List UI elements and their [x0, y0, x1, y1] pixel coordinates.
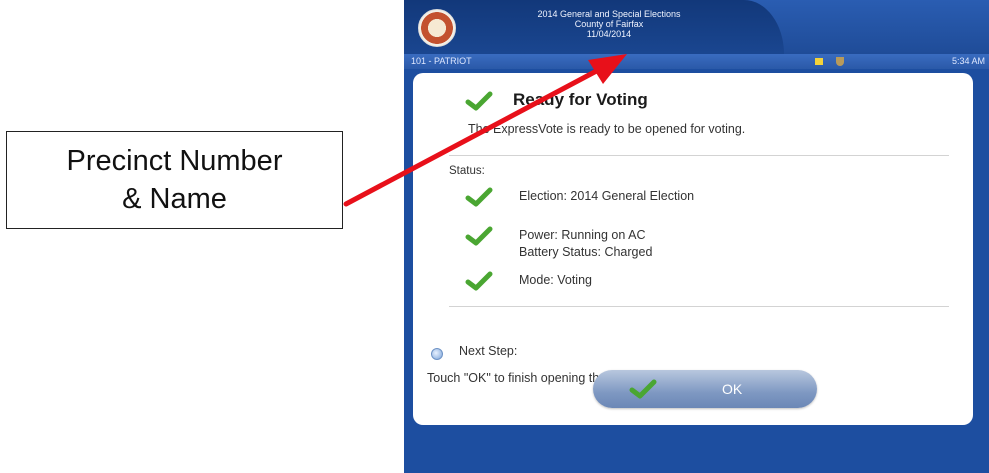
- next-step-icon: [431, 348, 443, 360]
- status-label: Status:: [449, 165, 485, 177]
- divider: [449, 306, 949, 307]
- election-check-icon: [465, 187, 493, 207]
- callout-line-1: Precinct Number: [66, 145, 283, 177]
- election-header: 2014 General and Special Elections Count…: [404, 0, 989, 54]
- ready-description: The ExpressVote is ready to be opened fo…: [468, 122, 746, 136]
- county-seal-icon: [418, 9, 456, 47]
- mode-check-icon: [465, 271, 493, 291]
- header-tab: 2014 General and Special Elections Count…: [404, 0, 784, 54]
- ok-check-icon: [629, 379, 657, 399]
- election-date: 11/04/2014: [586, 29, 632, 39]
- election-status: Election: 2014 General Election: [519, 189, 695, 203]
- precinct-label: 101 - PATRIOT: [411, 56, 472, 66]
- county-name: County of Fairfax: [574, 19, 644, 29]
- ok-button[interactable]: OK: [593, 370, 817, 408]
- election-name: 2014 General and Special Elections: [537, 9, 681, 19]
- ok-button-label: OK: [722, 381, 743, 397]
- divider: [449, 155, 949, 156]
- callout-box: Precinct Number & Name: [6, 131, 343, 229]
- power-status: Power: Running on AC Battery Status: Cha…: [519, 227, 652, 261]
- expressvote-screen: 2014 General and Special Elections Count…: [404, 0, 989, 473]
- election-info: 2014 General and Special Elections Count…: [464, 9, 754, 39]
- power-check-icon: [465, 226, 493, 246]
- shield-icon: [836, 57, 844, 66]
- power-text: Power: Running on AC: [519, 228, 646, 242]
- note-icon: [815, 58, 823, 65]
- clock-time: 5:34 AM: [951, 56, 985, 66]
- battery-text: Battery Status: Charged: [519, 245, 653, 259]
- next-step-label: Next Step:: [459, 344, 518, 358]
- mode-status: Mode: Voting: [519, 273, 592, 287]
- ready-check-icon: [465, 91, 493, 111]
- status-bar: 101 - PATRIOT 5:34 AM: [404, 54, 989, 69]
- ready-title: Ready for Voting: [513, 90, 648, 109]
- callout-line-2: & Name: [122, 183, 227, 215]
- ready-panel: Ready for Voting The ExpressVote is read…: [413, 73, 973, 425]
